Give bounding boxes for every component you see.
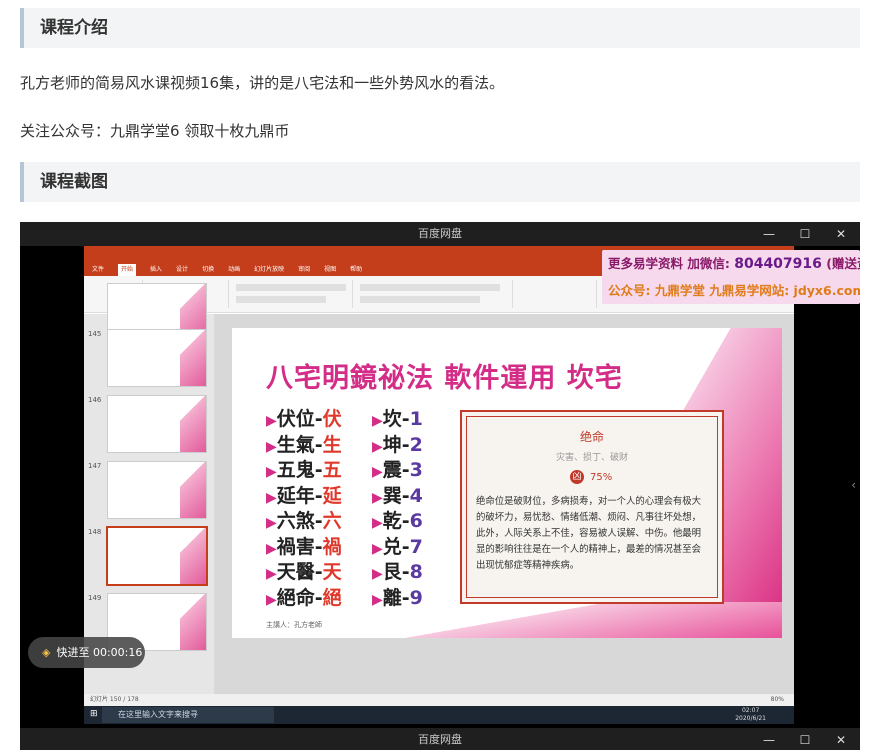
ad-label: 更多易学资料 加微信: [608,256,730,271]
player-titlebar: 百度网盘 — ☐ ✕ [20,222,860,246]
ad-line2: 公众号: 九鼎学堂 九鼎易学网站: jdyx6.com [608,283,860,298]
slide-title: 八宅明鏡祕法 軟件運用 坎宅 [266,363,623,394]
ppt-menu-item[interactable]: 切换 [202,264,214,276]
clock-date: 2020/6/21 [735,715,766,722]
ppt-menu-item[interactable]: 视图 [324,264,336,276]
taskbar-search[interactable]: 在这里输入文字来搜寻 [102,707,274,723]
windows-taskbar: ⊞ 在这里输入文字来搜寻 02:07 2020/6/21 [84,706,794,724]
gua-row: ▶離-9 [372,586,423,609]
windows-start-icon[interactable]: ⊞ [90,709,98,719]
close-icon[interactable]: ✕ [834,222,848,246]
gua-row: ▶震-3 [372,459,423,481]
slide-number: 146 [88,396,102,404]
info-card: 绝命 灾害、损丁、破财 凶 75% 绝命位是破财位，多病损寿，对一个人的心理会有极… [460,410,724,604]
fast-forward-toast: ◈ 快进至 00:00:16 [28,637,145,668]
gua-row: ▶艮-8 [372,561,423,583]
close-icon[interactable]: ✕ [834,728,848,750]
zoom-level[interactable]: 80% [771,694,784,706]
star-row: ▶生氣-生 [266,433,342,456]
ppt-menu-item[interactable]: 审阅 [298,264,310,276]
star-row: ▶天醫-天 [266,561,342,583]
powerpoint-window: 文件 开始 插入 设计 切换 动画 幻灯片放映 审阅 视图 帮助 145 146 147 148 … [84,246,794,724]
taskbar-search-text: 在这里输入文字来搜寻 [118,710,198,719]
star-row: ▶延年-延 [266,484,342,507]
slide-thumbnail[interactable] [108,330,206,386]
slide-thumbnail-selected[interactable] [108,528,206,584]
slide-thumbnail[interactable] [108,462,206,518]
ad-banner: 更多易学资料 加微信: 804407916 (赠送资料) 公众号: 九鼎学堂 九… [602,250,860,304]
section-title: 课程截图 [40,172,108,192]
ppt-statusbar: 幻灯片 150 / 178 80% [84,694,794,706]
intro-text: 孔方老师的简易风水课视频16集，讲的是八宅法和一些外势风水的看法。 [20,74,505,92]
clock-time: 02:07 [741,707,760,714]
slide-counter: 幻灯片 150 / 178 [90,696,139,703]
gua-row: ▶乾-6 [372,510,423,532]
card-title: 绝命 [579,430,604,444]
diamond-icon: ◈ [42,646,51,659]
slide-number: 148 [88,528,102,536]
star-list: ▶伏位-伏 ▶生氣-生 ▶五鬼-五 ▶延年-延 ▶六煞-六 ▶禍害-禍 ▶天醫-天 ▶絕命-絕 [266,404,342,609]
gua-row: ▶巽-4 [372,484,423,507]
bad-omen-icon: 凶 [570,470,584,484]
minimize-icon[interactable]: — [762,728,776,750]
ad-wechat: 804407916 [734,256,822,272]
slide-number: 145 [88,330,102,338]
maximize-icon[interactable]: ☐ [798,728,812,750]
player-title: 百度网盘 [418,227,462,240]
taskbar-clock: 02:07 2020/6/21 [735,707,766,723]
slide-number: 147 [88,462,102,470]
gua-row: ▶坎-1 [372,408,423,430]
player-title-bottom: 百度网盘 [418,733,462,746]
card-percent-value: 75% [590,471,613,483]
ppt-menu-item[interactable]: 幻灯片放映 [254,264,284,276]
ppt-menu-item[interactable]: 动画 [228,264,240,276]
gua-row: ▶坤-2 [372,433,423,456]
section-header-intro: 课程介绍 [20,8,860,48]
star-row: ▶五鬼-五 [266,459,342,481]
maximize-icon[interactable]: ☐ [798,222,812,246]
fast-forward-text: 快进至 00:00:16 [56,646,143,659]
ad-note: (赠送资料) [826,256,860,271]
star-row: ▶禍害-禍 [266,535,342,558]
slide-author: 主講人：孔方老師 [266,621,322,629]
section-title: 课程介绍 [40,18,108,38]
section-header-screenshots: 课程截图 [20,162,860,202]
slide-canvas: 八宅明鏡祕法 軟件運用 坎宅 ▶伏位-伏 ▶生氣-生 ▶五鬼-五 ▶延年-延 ▶六煞-六… [214,314,794,694]
ppt-menu-item[interactable]: 文件 [92,264,104,276]
gua-list: ▶坎-1 ▶坤-2 ▶震-3 ▶巽-4 ▶乾-6 ▶兑-7 ▶艮-8 ▶離-9 [372,404,423,609]
follow-text: 关注公众号：九鼎学堂6 领取十枚九鼎币 [20,122,290,140]
minimize-icon[interactable]: — [762,222,776,246]
slide-number: 149 [88,594,102,602]
card-percent: 凶 75% [570,470,612,484]
current-slide: 八宅明鏡祕法 軟件運用 坎宅 ▶伏位-伏 ▶生氣-生 ▶五鬼-五 ▶延年-延 ▶六煞-六… [232,328,782,638]
slide-thumbnail[interactable] [108,396,206,452]
gua-row: ▶兑-7 [372,535,423,558]
star-row: ▶六煞-六 [266,510,342,532]
ppt-menu-item[interactable]: 设计 [176,264,188,276]
player-titlebar-bottom: 百度网盘 — ☐ ✕ [20,728,860,750]
card-body: 绝命位是破财位，多病损寿，对一个人的心理会有极大的破坏力，易忧愁、情绪低潮、烦闷… [476,496,702,571]
star-row: ▶絕命-絕 [266,586,342,609]
ppt-menu-item[interactable]: 插入 [150,264,162,276]
card-subtitle: 灾害、损丁、破财 [555,453,628,463]
ppt-menu-item[interactable]: 开始 [118,264,137,276]
video-player[interactable]: 百度网盘 — ☐ ✕ 文件 开始 插入 设计 切换 动画 幻灯片放映 审阅 视图 帮助 145 146… [20,222,860,750]
ppt-menu-item[interactable]: 帮助 [350,264,362,276]
star-row: ▶伏位-伏 [266,408,342,430]
chevron-left-icon[interactable]: ‹ [851,478,856,492]
